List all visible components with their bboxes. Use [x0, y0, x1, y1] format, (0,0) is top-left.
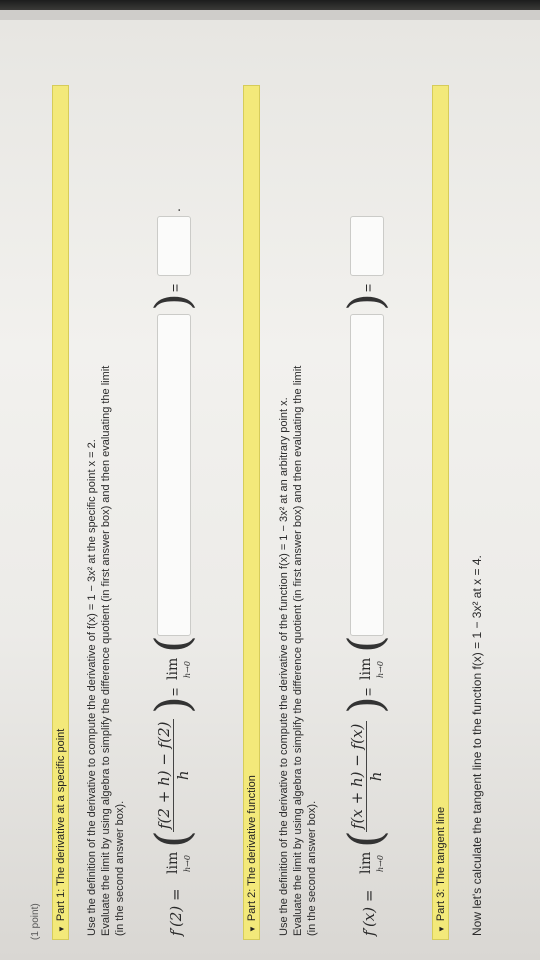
- part1-close-paren2: ): [145, 293, 199, 311]
- part2-equals2: =: [360, 283, 376, 292]
- part2-open-paren: (: [338, 830, 392, 848]
- expand-triangle-icon: ▼: [57, 925, 66, 933]
- part1-line1: Use the definition of the derivative to …: [86, 439, 98, 936]
- part2-lim2-sub: h→0: [376, 661, 385, 678]
- part2-header-text: Part 2: The derivative function: [246, 775, 258, 922]
- part1-line3: (in the second answer box).: [114, 800, 126, 936]
- part1-close-paren: ): [145, 696, 199, 714]
- expand-triangle-icon: ▼: [248, 925, 257, 933]
- part3-header-text: Part 3: The tangent line: [435, 806, 447, 922]
- point-label: (1 point): [30, 903, 41, 940]
- part2-instructions: Use the definition of the derivative to …: [277, 56, 319, 936]
- part2-header[interactable]: ▼ Part 2: The derivative function: [243, 85, 260, 940]
- part2-line2: Evaluate the limit by using algebra to s…: [292, 365, 304, 936]
- part2-lim2: lim: [358, 657, 374, 680]
- part1-answer-box-2[interactable]: [157, 216, 191, 276]
- part2-numerator: f(x + h) − f(x): [348, 720, 367, 832]
- part1-numerator: f(2 + h) − f(2): [155, 718, 174, 832]
- part1-lim-sub: h→0: [183, 855, 192, 872]
- part2-close-paren: ): [338, 696, 392, 714]
- part1-header-text: Part 1: The derivative at a specific poi…: [55, 728, 67, 922]
- part1-equals: =: [167, 687, 183, 696]
- part1-fraction: f(2 + h) − f(2) h: [155, 718, 192, 832]
- part3-instructions: Now let's calculate the tangent line to …: [470, 56, 484, 936]
- part2-lim: lim: [358, 851, 374, 874]
- part1-instructions: Use the definition of the derivative to …: [85, 56, 127, 936]
- part1-header[interactable]: ▼ Part 1: The derivative at a specific po…: [52, 85, 69, 940]
- part1-open-paren: (: [145, 830, 199, 848]
- part1-formula: f′(2) = lim h→0 ( f(2 + h) − f(2) h ) = …: [145, 56, 207, 936]
- part1-line2: Evaluate the limit by using algebra to s…: [100, 365, 112, 936]
- part1-denominator: h: [174, 770, 192, 781]
- part1-lim2: lim: [165, 657, 181, 680]
- part1-lhs: f′(2) =: [167, 888, 185, 936]
- part2-lhs: f′(x) =: [360, 889, 378, 936]
- part2-open-paren2: (: [338, 635, 392, 653]
- part2-lim-sub: h→0: [376, 855, 385, 872]
- part1-equals2: =: [167, 283, 183, 292]
- part1-lim2-sub: h→0: [183, 661, 192, 678]
- part3-line1: Now let's calculate the tangent line to …: [470, 555, 484, 936]
- monitor-bezel: [0, 0, 540, 10]
- part1-lim: lim: [165, 851, 181, 874]
- part3-header[interactable]: ▼ Part 3: The tangent line: [432, 85, 449, 940]
- part1-open-paren2: (: [145, 635, 199, 653]
- part1-period: .: [167, 208, 183, 212]
- part1-answer-box-1[interactable]: [157, 314, 191, 636]
- part2-answer-box-1[interactable]: [350, 314, 384, 636]
- part2-fraction: f(x + h) − f(x) h: [348, 720, 385, 832]
- problem-sheet: (1 point) ▼ Part 1: The derivative at a s…: [0, 20, 540, 960]
- part2-equals: =: [360, 687, 376, 696]
- expand-triangle-icon: ▼: [437, 925, 446, 933]
- part2-formula: f′(x) = lim h→0 ( f(x + h) − f(x) h ) = …: [338, 56, 400, 936]
- part2-line1: Use the definition of the derivative to …: [278, 397, 290, 936]
- part2-close-paren2: ): [338, 293, 392, 311]
- part2-answer-box-2[interactable]: [350, 216, 384, 276]
- part2-line3: (in the second answer box).: [306, 800, 318, 936]
- part2-denominator: h: [367, 771, 385, 782]
